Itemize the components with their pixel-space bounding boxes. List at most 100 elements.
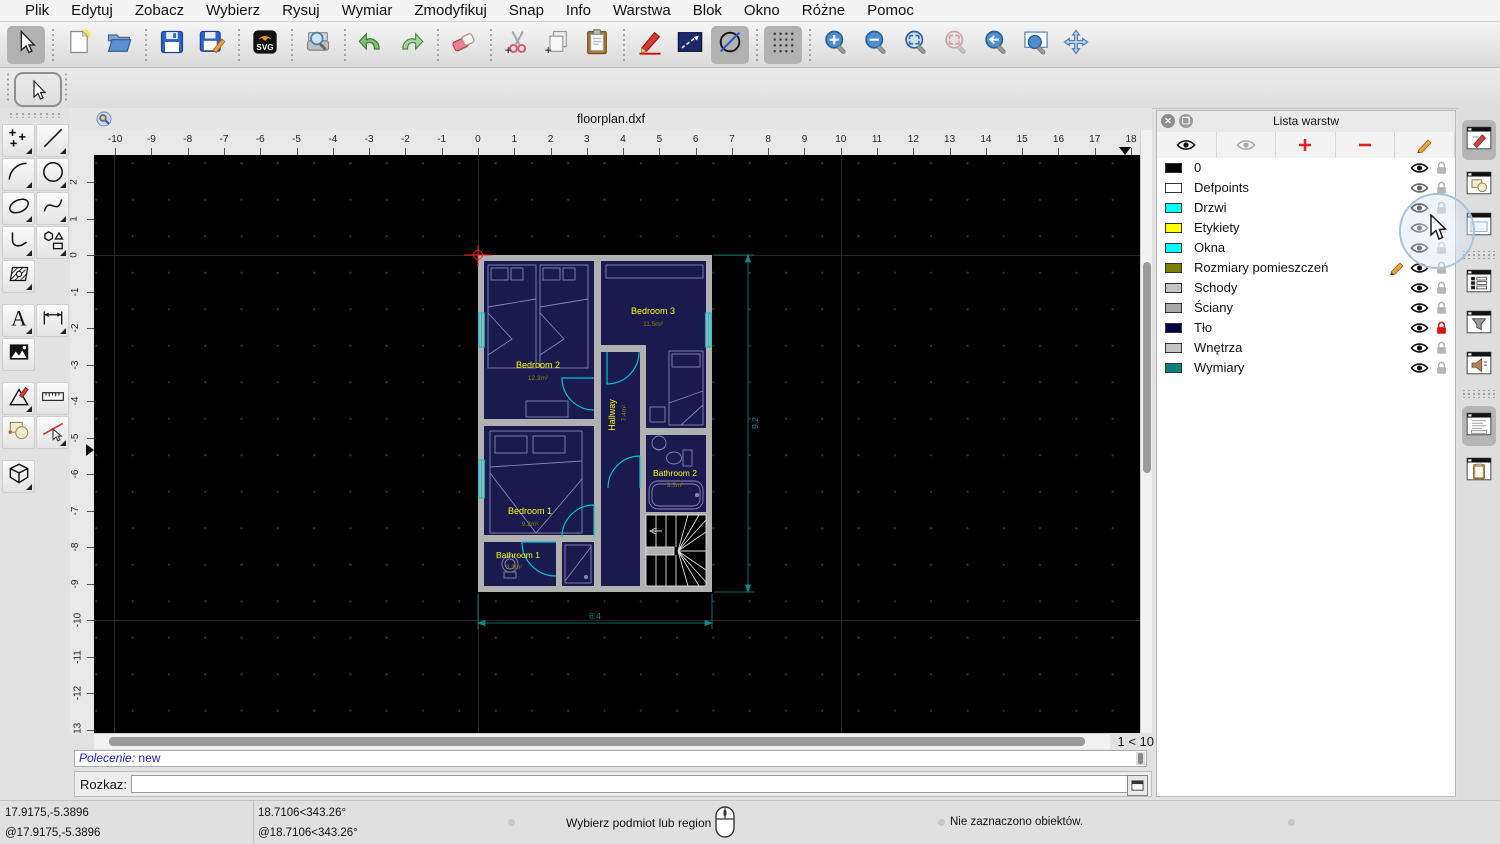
undo-button[interactable] (352, 26, 390, 64)
hide-all-layers-button[interactable] (1217, 132, 1277, 158)
separator-button[interactable] (288, 27, 295, 62)
layer-visibility-icon[interactable] (1410, 161, 1429, 175)
zoom-in-button[interactable] (817, 26, 855, 64)
zoom-select-button[interactable] (937, 26, 975, 64)
blocks-tool-button[interactable] (2, 416, 35, 449)
pen-button[interactable] (631, 26, 669, 64)
layer-row[interactable]: Etykiety (1157, 218, 1455, 238)
separator-button[interactable] (1460, 390, 1498, 398)
command-options-button[interactable] (1127, 775, 1148, 796)
layer-lock-icon[interactable] (1435, 260, 1448, 276)
dock-command-button[interactable] (1462, 406, 1496, 446)
menu-item[interactable]: Plik (14, 0, 60, 22)
separator-button[interactable] (434, 27, 441, 62)
points-tool-button[interactable] (2, 124, 35, 157)
menu-item[interactable]: Różne (791, 0, 856, 22)
layer-row[interactable]: Wnętrza (1157, 338, 1455, 358)
dock-blocks-button[interactable] (1462, 169, 1496, 201)
line-tool-button[interactable] (36, 124, 69, 157)
zoom-auto-button[interactable] (897, 26, 935, 64)
separator-button[interactable] (341, 27, 348, 62)
layer-lock-icon[interactable] (1435, 360, 1448, 376)
layer-lock-icon[interactable] (1435, 160, 1448, 176)
separator-button[interactable] (49, 27, 56, 62)
palette-handle[interactable] (8, 112, 62, 118)
select-button[interactable] (7, 25, 45, 64)
layer-panel-titlebar[interactable]: ✕ ❐ Lista warstw (1157, 111, 1455, 133)
menu-item[interactable]: Okno (733, 0, 791, 22)
redo-button[interactable] (392, 26, 430, 64)
dock-list-button[interactable] (1462, 267, 1496, 299)
text-tool-button[interactable]: A (2, 304, 35, 337)
menu-item[interactable]: Warstwa (602, 0, 682, 22)
select-delete-tool-button[interactable] (36, 416, 69, 449)
drawing-canvas[interactable]: Bedroom 3 11.5m² Bedroom 2 12.3m² Hallwa… (94, 155, 1140, 733)
draft-mode-button[interactable] (711, 25, 749, 64)
zoom-out-button[interactable] (857, 26, 895, 64)
pan-button[interactable] (1057, 26, 1095, 64)
open-button[interactable] (100, 26, 138, 64)
grid-toggle-button[interactable] (764, 25, 802, 64)
layer-visibility-icon[interactable] (1410, 181, 1429, 195)
layer-row[interactable]: Wymiary (1157, 358, 1455, 378)
print-preview-button[interactable] (299, 26, 337, 64)
ellipse-tool-button[interactable] (2, 192, 35, 225)
layer-row[interactable]: Ściany (1157, 298, 1455, 318)
saveas-button[interactable] (193, 26, 231, 64)
paste-button[interactable] (578, 26, 616, 64)
layer-lock-icon[interactable] (1435, 180, 1448, 196)
add-layer-button[interactable] (1276, 132, 1336, 158)
layer-visibility-icon[interactable] (1410, 341, 1429, 355)
separator-button[interactable] (1460, 251, 1498, 259)
edit-layer-button[interactable] (1395, 132, 1455, 158)
layer-visibility-icon[interactable] (1410, 241, 1429, 255)
cube-tool-button[interactable] (2, 460, 35, 493)
layer-visibility-icon[interactable] (1410, 281, 1429, 295)
layer-lock-icon[interactable] (1435, 300, 1448, 316)
menu-item[interactable]: Edytuj (60, 0, 124, 22)
zoom-window-button[interactable] (1017, 26, 1055, 64)
menu-item[interactable]: Wybierz (195, 0, 271, 22)
menu-item[interactable]: Rysuj (271, 0, 331, 22)
layer-lock-icon[interactable] (1435, 340, 1448, 356)
arc-tool-button[interactable] (2, 158, 35, 191)
separator-button[interactable] (487, 27, 494, 62)
layer-visibility-icon[interactable] (1410, 321, 1429, 335)
close-icon[interactable]: ✕ (1161, 114, 1175, 128)
line-properties-button[interactable] (671, 26, 709, 64)
separator-button[interactable] (142, 27, 149, 62)
menu-item[interactable]: Blok (682, 0, 733, 22)
separator-tool-button[interactable] (2, 294, 69, 303)
copy-button[interactable] (538, 26, 576, 64)
layer-lock-icon[interactable] (1435, 200, 1448, 216)
dock-library-button[interactable] (1462, 210, 1496, 242)
modify-tool-button[interactable] (2, 382, 35, 415)
new-button[interactable] (60, 26, 98, 64)
circle-tool-button[interactable] (36, 158, 69, 191)
layer-row[interactable]: Okna (1157, 238, 1455, 258)
command-history-scrollbar[interactable] (1136, 752, 1145, 765)
layer-visibility-icon[interactable] (1410, 301, 1429, 315)
horizontal-scrollbar-thumb[interactable] (109, 737, 1085, 746)
layer-lock-icon[interactable] (1435, 220, 1448, 236)
layer-visibility-icon[interactable] (1410, 361, 1429, 375)
dock-pen-button[interactable] (1462, 120, 1496, 160)
menu-item[interactable]: Zmodyfikuj (403, 0, 498, 22)
undock-icon[interactable]: ❐ (1179, 114, 1193, 128)
separator-tool-button[interactable] (2, 450, 69, 459)
layer-row[interactable]: Defpoints (1157, 178, 1455, 198)
svg-export-button[interactable]: SVG (246, 26, 284, 64)
menu-item[interactable]: Wymiar (331, 0, 404, 22)
menu-item[interactable]: Snap (498, 0, 555, 22)
cut-button[interactable] (498, 26, 536, 64)
show-all-layers-button[interactable] (1157, 132, 1217, 158)
remove-layer-button[interactable] (1336, 132, 1396, 158)
selection-tool-button[interactable] (14, 72, 62, 107)
layer-lock-icon[interactable] (1435, 240, 1448, 256)
command-input[interactable] (131, 775, 1131, 793)
dimension-tool-button[interactable] (36, 304, 69, 337)
polyline-tool-button[interactable] (2, 226, 35, 259)
separator-button[interactable] (806, 27, 813, 62)
hatch-tool-button[interactable] (2, 260, 35, 293)
layer-visibility-icon[interactable] (1410, 261, 1429, 275)
